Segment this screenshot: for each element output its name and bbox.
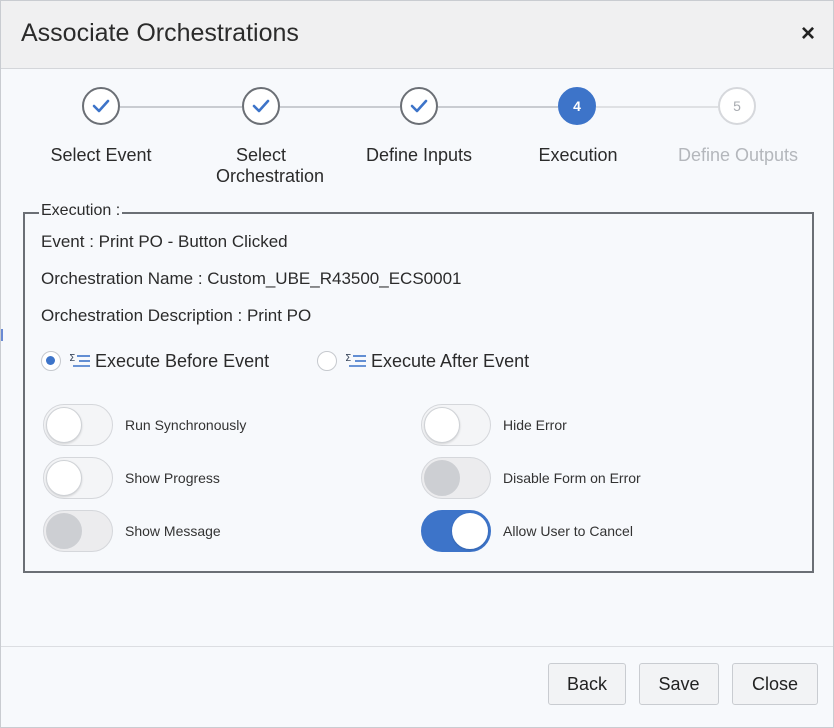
save-button[interactable]: Save	[639, 663, 719, 705]
show-message-row: Show Message	[43, 509, 221, 553]
execution-fieldset: Execution : Event : Print PO - Button Cl…	[23, 202, 814, 573]
disable-form-on-error-label: Disable Form on Error	[503, 470, 641, 486]
allow-user-to-cancel-toggle[interactable]	[421, 510, 491, 552]
allow-user-to-cancel-row: Allow User to Cancel	[421, 509, 633, 553]
hide-error-label: Hide Error	[503, 417, 567, 433]
execution-legend: Execution :	[39, 202, 123, 220]
run-synchronously-toggle[interactable]	[43, 404, 113, 446]
show-progress-toggle[interactable]	[43, 457, 113, 499]
step-5-label: Define Outputs	[677, 145, 799, 165]
step-1-label: Select Event	[50, 145, 152, 165]
step-2-label: Select Orchestration	[216, 145, 325, 186]
step-connector	[438, 106, 558, 108]
execute-before-label: Execute Before Event	[95, 350, 270, 371]
event-line: Event : Print PO - Button Clicked	[41, 232, 288, 251]
associate-orchestrations-dialog: Associate Orchestrations × 4 5 Select Ev…	[0, 0, 834, 728]
step-1-indicator[interactable]	[82, 87, 120, 125]
step-3-label: Define Inputs	[365, 145, 473, 165]
allow-user-to-cancel-label: Allow User to Cancel	[503, 523, 633, 539]
run-synchronously-row: Run Synchronously	[43, 403, 246, 447]
step-4-label: Execution	[538, 145, 618, 165]
disable-form-on-error-toggle[interactable]	[421, 457, 491, 499]
disable-form-on-error-row: Disable Form on Error	[421, 456, 641, 500]
execute-after-option[interactable]: Σ Execute After Event	[317, 348, 529, 374]
close-button[interactable]: Close	[732, 663, 818, 705]
close-icon[interactable]: ×	[797, 22, 819, 46]
step-2-indicator[interactable]	[242, 87, 280, 125]
orchestration-icon: Σ	[69, 353, 90, 367]
orchestration-icon: Σ	[345, 353, 366, 367]
hide-error-row: Hide Error	[421, 403, 567, 447]
wizard-stepper: 4 5 Select Event Select Orchestration De…	[1, 87, 834, 197]
show-message-toggle[interactable]	[43, 510, 113, 552]
step-3-indicator[interactable]	[400, 87, 438, 125]
step-connector	[120, 106, 242, 108]
orchestration-description-line: Orchestration Description : Print PO	[41, 306, 312, 325]
svg-text:Σ: Σ	[69, 353, 75, 364]
step-5-indicator: 5	[718, 87, 756, 125]
check-icon	[252, 99, 270, 113]
step-4-indicator[interactable]: 4	[558, 87, 596, 125]
orchestration-name-line: Orchestration Name : Custom_UBE_R43500_E…	[41, 269, 462, 288]
check-icon	[92, 99, 110, 113]
edge-marker	[1, 329, 3, 341]
execute-before-radio[interactable]	[41, 351, 61, 371]
dialog-titlebar: Associate Orchestrations ×	[1, 1, 833, 69]
footer-divider	[1, 646, 833, 647]
execute-before-option[interactable]: Σ Execute Before Event	[41, 348, 269, 374]
show-message-label: Show Message	[125, 523, 221, 539]
dialog-title: Associate Orchestrations	[21, 19, 299, 47]
execute-after-label: Execute After Event	[371, 350, 530, 371]
step-connector	[280, 106, 400, 108]
show-progress-label: Show Progress	[125, 470, 220, 486]
back-button[interactable]: Back	[548, 663, 626, 705]
check-icon	[410, 99, 428, 113]
execute-after-radio[interactable]	[317, 351, 337, 371]
run-synchronously-label: Run Synchronously	[125, 417, 247, 433]
hide-error-toggle[interactable]	[421, 404, 491, 446]
show-progress-row: Show Progress	[43, 456, 220, 500]
step-connector	[596, 106, 718, 108]
svg-text:Σ: Σ	[345, 353, 351, 364]
